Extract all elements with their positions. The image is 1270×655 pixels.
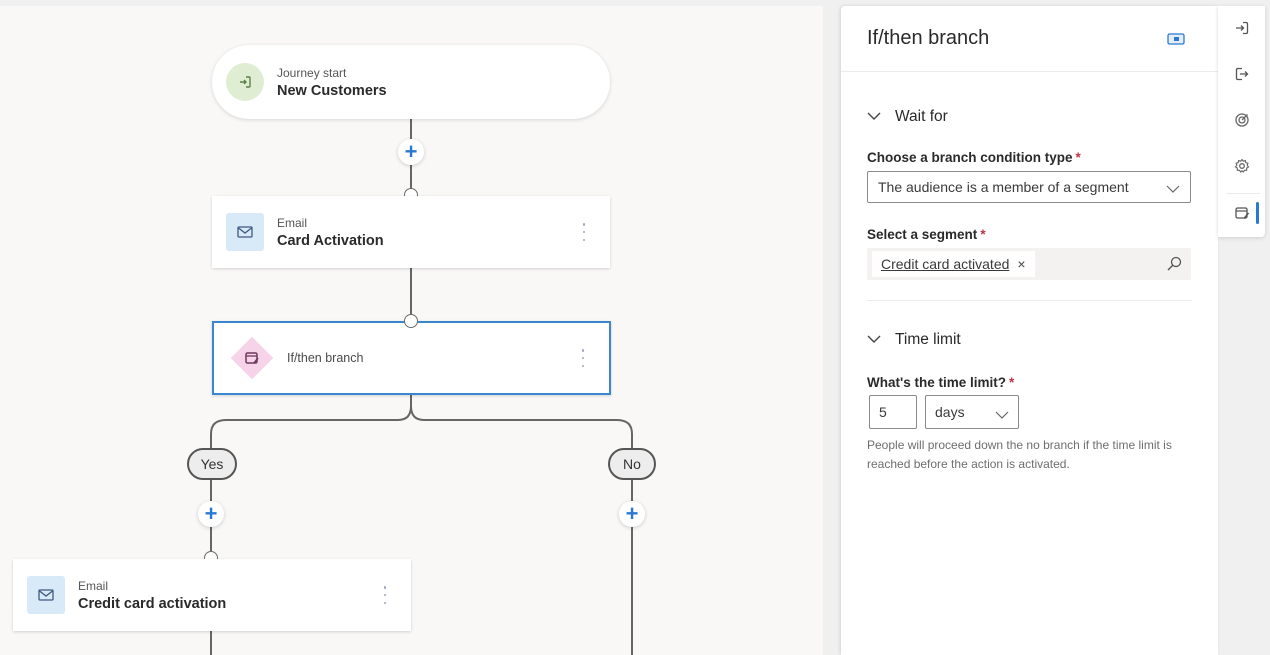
search-icon[interactable]: [1166, 256, 1182, 277]
email-node-credit-card-activation[interactable]: Email Credit card activation: [13, 559, 411, 631]
email-node-card-activation[interactable]: Email Card Activation: [212, 196, 610, 268]
branch-label-no[interactable]: No: [608, 448, 656, 480]
field-label-text: Choose a branch condition type: [867, 150, 1073, 165]
required-marker: *: [1008, 375, 1015, 390]
panel-title: If/then branch: [867, 27, 990, 49]
time-limit-value-input[interactable]: 5: [869, 395, 917, 429]
segment-tag: Credit card activated ×: [872, 251, 1035, 277]
field-label: Select a segment *: [841, 227, 1218, 242]
node-title: If/then branch: [287, 351, 364, 365]
field-label-text: What's the time limit?: [867, 375, 1006, 390]
panel-header: If/then branch: [841, 6, 1218, 72]
exit-icon[interactable]: [1218, 54, 1265, 94]
dropdown-value: The audience is a member of a segment: [878, 179, 1129, 195]
time-limit-hint: People will proceed down the no branch i…: [867, 438, 1172, 471]
more-options-button[interactable]: [579, 349, 587, 367]
segment-picker[interactable]: Credit card activated ×: [867, 248, 1191, 280]
branch-condition-dropdown[interactable]: The audience is a member of a segment: [867, 171, 1191, 203]
side-rail: [1218, 6, 1265, 237]
journey-start-node[interactable]: Journey start New Customers: [212, 45, 610, 119]
dropdown-value: days: [935, 404, 965, 420]
if-then-branch-node[interactable]: If/then branch: [212, 321, 611, 395]
segment-tag-link[interactable]: Credit card activated: [881, 256, 1009, 272]
journey-canvas[interactable]: Journey start New Customers + Email Card…: [0, 6, 823, 655]
add-step-button[interactable]: +: [398, 139, 424, 165]
field-label: Choose a branch condition type *: [841, 150, 1218, 165]
node-title: Card Activation: [277, 232, 384, 249]
time-unit-dropdown[interactable]: days: [925, 395, 1019, 429]
app-root: Journey start New Customers + Email Card…: [0, 0, 1270, 655]
section-toggle-time-limit[interactable]: Time limit: [841, 331, 1218, 349]
node-type: Email: [78, 578, 109, 593]
add-step-button[interactable]: +: [198, 501, 224, 527]
goal-icon[interactable]: [1218, 100, 1265, 140]
more-options-button[interactable]: [580, 223, 588, 241]
chevron-down-icon: [1166, 181, 1180, 197]
field-label-text: Select a segment: [867, 227, 978, 242]
remove-tag-icon[interactable]: ×: [1017, 256, 1025, 272]
required-marker: *: [1075, 150, 1081, 165]
enter-icon: [226, 63, 264, 101]
node-subtitle: Journey start: [277, 65, 347, 80]
section-title: Wait for: [895, 108, 948, 125]
section-divider: [867, 300, 1192, 301]
chevron-down-icon: [867, 108, 883, 126]
chevron-down-icon: [995, 407, 1009, 423]
time-limit-row: 5 days: [841, 395, 1218, 429]
node-title: New Customers: [277, 82, 387, 99]
section-toggle-wait-for[interactable]: Wait for: [841, 108, 1218, 126]
chevron-down-icon: [867, 331, 883, 349]
active-indicator: [1256, 202, 1259, 224]
properties-panel: If/then branch Wait for Choose a branch …: [841, 6, 1218, 655]
node-title: Credit card activation: [78, 595, 227, 612]
mail-icon: [226, 213, 264, 251]
required-marker: *: [980, 227, 986, 242]
branch-icon: [230, 336, 274, 380]
field-label: What's the time limit? *: [841, 375, 1218, 390]
panel-toggle-icon[interactable]: [1167, 32, 1185, 50]
node-type: Email: [277, 215, 308, 230]
settings-icon[interactable]: [1218, 146, 1265, 186]
mail-icon: [27, 576, 65, 614]
branch-label-yes[interactable]: Yes: [187, 448, 237, 480]
more-options-button[interactable]: [381, 586, 389, 604]
section-title: Time limit: [895, 331, 961, 348]
add-step-button[interactable]: +: [619, 501, 645, 527]
entry-icon[interactable]: [1218, 8, 1265, 48]
connection-port: [404, 314, 418, 328]
